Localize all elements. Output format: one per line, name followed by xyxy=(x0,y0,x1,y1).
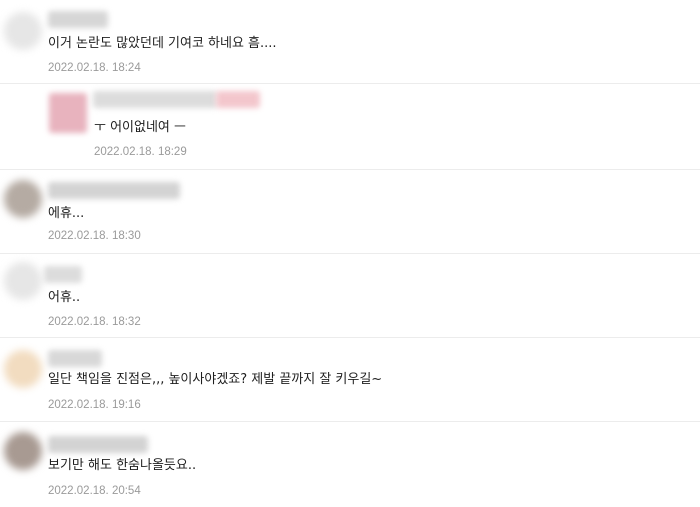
comment-item: 어휴.. 2022.02.18. 18:32 xyxy=(0,254,700,338)
comment-text: 이거 논란도 많았던데 기여코 하네요 흠.... xyxy=(48,36,277,51)
author-name[interactable] xyxy=(48,11,108,28)
comment-date: 2022.02.18. 20:54 xyxy=(48,485,141,497)
comment-item: 에휴... 2022.02.18. 18:30 xyxy=(0,170,700,254)
comment-date: 2022.02.18. 18:32 xyxy=(48,316,141,328)
comment-text: 보기만 해도 한숨나올듯요.. xyxy=(48,458,197,473)
comment-text: ㅜ 어이없네여 ㅡ xyxy=(94,120,186,135)
comment-text: 일단 책임을 진점은,,, 높이사야겠죠? 제발 끝까지 잘 키우길~ xyxy=(48,372,383,387)
comment-date: 2022.02.18. 18:30 xyxy=(48,230,141,242)
comment-text: 에휴... xyxy=(48,206,85,221)
avatar[interactable] xyxy=(4,432,42,470)
avatar[interactable] xyxy=(4,350,42,388)
avatar[interactable] xyxy=(4,180,42,218)
author-badge xyxy=(216,91,260,108)
author-name[interactable] xyxy=(48,436,148,453)
comment-date: 2022.02.18. 19:16 xyxy=(48,399,141,411)
author-name[interactable] xyxy=(48,350,102,367)
comment-date: 2022.02.18. 18:24 xyxy=(48,62,141,74)
comment-item: 일단 책임을 진점은,,, 높이사야겠죠? 제발 끝까지 잘 키우길~ 2022… xyxy=(0,338,700,422)
avatar[interactable] xyxy=(4,12,42,50)
comment-item: 이거 논란도 많았던데 기여코 하네요 흠.... 2022.02.18. 18… xyxy=(0,0,700,84)
comment-text: 어휴.. xyxy=(48,290,81,305)
comment-date: 2022.02.18. 18:29 xyxy=(94,146,187,158)
avatar[interactable] xyxy=(49,93,87,133)
reply-item: ㅜ 어이없네여 ㅡ 2022.02.18. 18:29 xyxy=(0,84,700,170)
avatar[interactable] xyxy=(4,262,42,300)
author-name[interactable] xyxy=(44,266,82,283)
author-name[interactable] xyxy=(93,91,217,108)
comment-item: 보기만 해도 한숨나올듯요.. 2022.02.18. 20:54 xyxy=(0,422,700,507)
author-name[interactable] xyxy=(48,182,180,199)
